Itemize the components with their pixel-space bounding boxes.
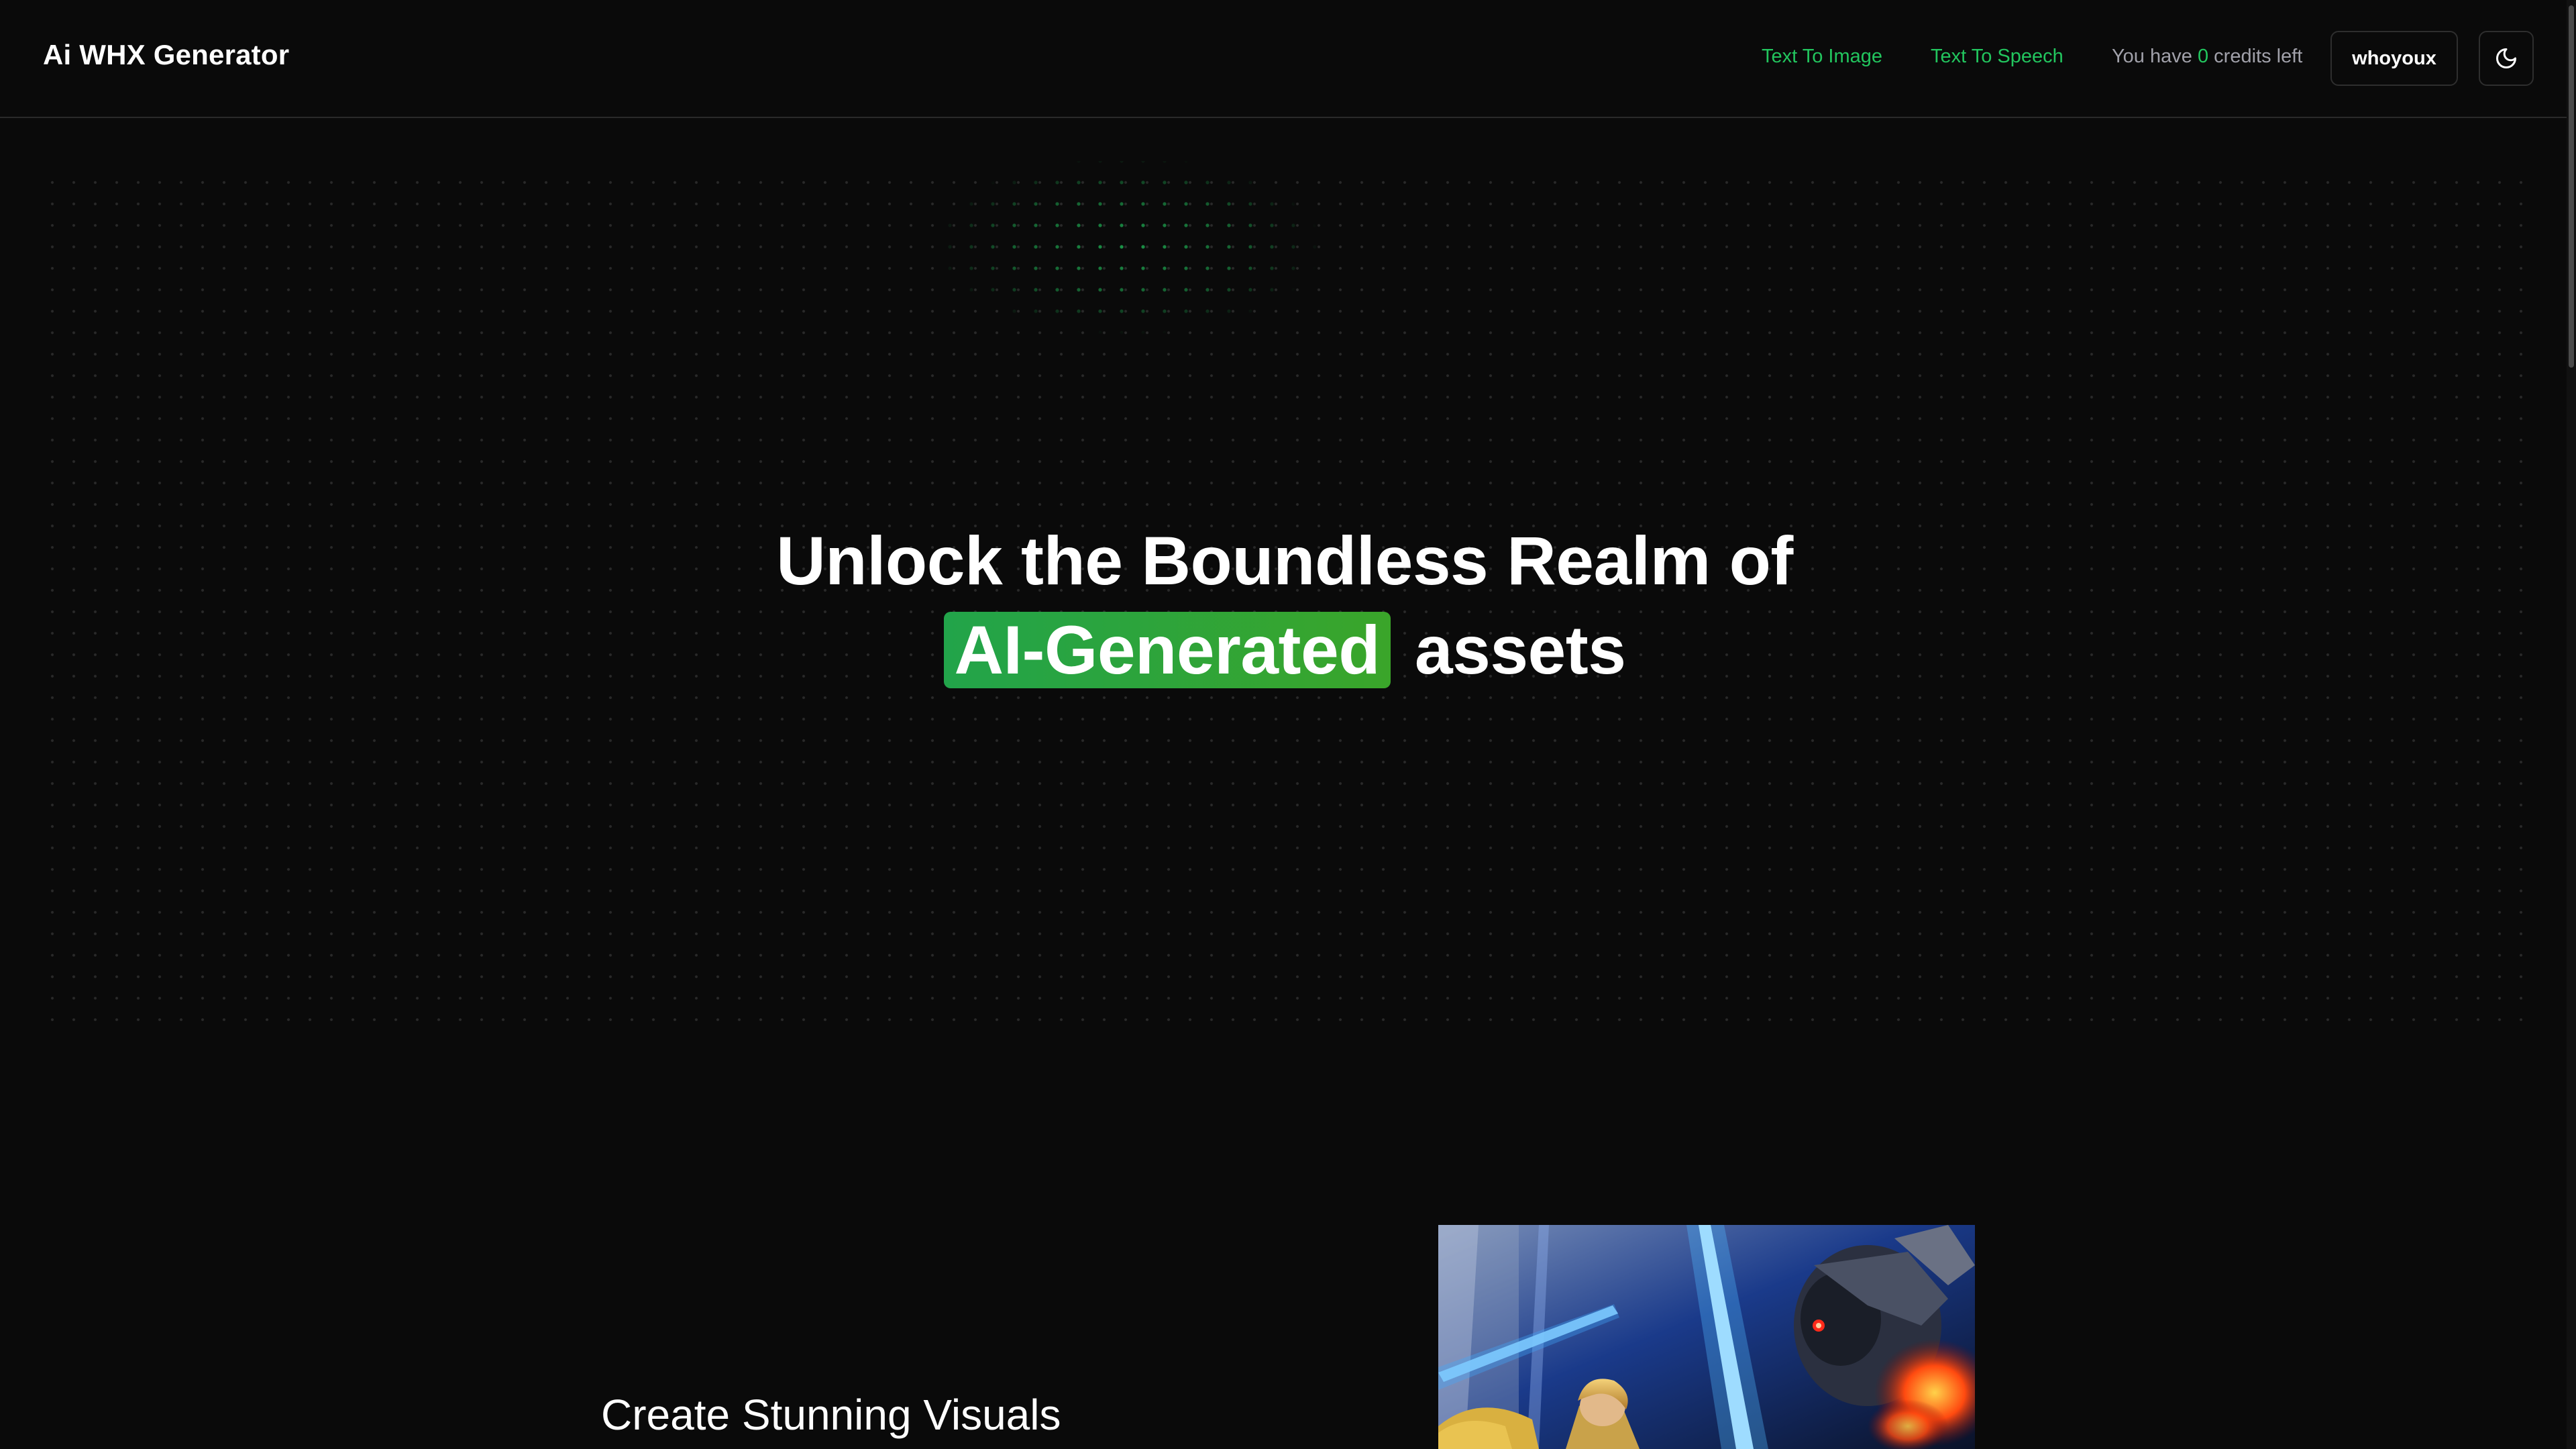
artwork-illustration	[1438, 1225, 1975, 1449]
theme-toggle-button[interactable]	[2479, 31, 2534, 86]
user-menu-button[interactable]: whoyoux	[2330, 31, 2458, 86]
hero-highlight: AI-Generated	[943, 612, 1391, 688]
credits-status: You have 0 credits left	[2112, 46, 2302, 68]
credits-prefix: You have	[2112, 46, 2192, 67]
top-navbar: Ai WHX Generator Text To Image Text To S…	[0, 0, 2569, 118]
hero-title: Unlock the Boundless Realm of AI-Generat…	[0, 517, 2569, 695]
brand-logo[interactable]: Ai WHX Generator	[43, 39, 289, 71]
credits-count: 0	[2197, 46, 2209, 67]
hero-title-tail: assets	[1414, 612, 1626, 688]
scrollbar-thumb[interactable]	[2569, 5, 2574, 368]
nav-text-to-image[interactable]: Text To Image	[1762, 46, 1882, 68]
dot-grid-glow	[865, 161, 1389, 402]
hero-title-line1: Unlock the Boundless Realm of	[776, 523, 1793, 599]
moon-icon	[2496, 48, 2516, 68]
hero-title-line2: AI-Generated assets	[0, 606, 2569, 695]
nav-text-to-speech[interactable]: Text To Speech	[1931, 46, 2063, 68]
credits-suffix: credits left	[2214, 46, 2303, 67]
feature-artwork-image	[1438, 1225, 1975, 1449]
feature-title: Create Stunning Visuals	[601, 1391, 1061, 1439]
